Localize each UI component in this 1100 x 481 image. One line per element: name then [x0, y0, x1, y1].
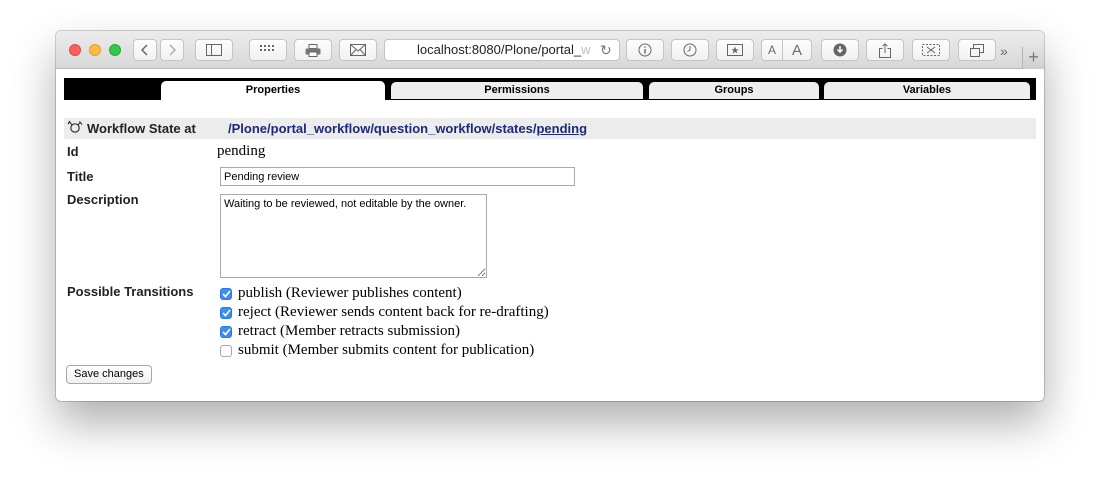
- save-changes-button[interactable]: Save changes: [66, 365, 152, 384]
- title-input[interactable]: [220, 167, 575, 186]
- tabs-overview-button[interactable]: [958, 39, 996, 61]
- tab-permissions[interactable]: Permissions: [391, 82, 643, 99]
- browser-window: localhost:8080/Plone/portal_w ↻ A A » + …: [56, 31, 1044, 401]
- checkmark-icon: [221, 327, 231, 336]
- address-text-fade: w: [581, 42, 591, 57]
- transition-checkbox-publish[interactable]: [220, 287, 232, 300]
- envelope-icon: [350, 44, 366, 56]
- download-icon: [833, 43, 847, 57]
- reload-icon[interactable]: ↻: [600, 43, 612, 57]
- tabs-icon: [970, 43, 984, 57]
- history-button[interactable]: [671, 39, 709, 61]
- info-button[interactable]: [626, 39, 664, 61]
- transition-checkbox-submit[interactable]: [220, 344, 232, 357]
- mail-button[interactable]: [339, 39, 377, 61]
- text-smaller-button[interactable]: A: [761, 39, 783, 61]
- scissors-icon: [922, 44, 940, 56]
- management-tabs: Properties Permissions Groups Variables: [64, 78, 1036, 100]
- transition-label: reject (Reviewer sends content back for …: [238, 304, 549, 320]
- workflow-state-icon: [67, 120, 83, 133]
- breadcrumb-current-link[interactable]: pending: [536, 121, 587, 136]
- forward-button[interactable]: [160, 39, 184, 61]
- transition-row: publish (Reviewer publishes content): [220, 284, 640, 303]
- browser-toolbar: localhost:8080/Plone/portal_w ↻ A A » +: [56, 31, 1044, 69]
- transition-checkbox-reject[interactable]: [220, 306, 232, 319]
- checkmark-icon: [221, 308, 231, 317]
- sidebar-icon: [206, 44, 222, 56]
- clock-icon: [683, 43, 697, 57]
- address-text: localhost:8080/Plone/portal_: [417, 42, 582, 57]
- header-label: Workflow State at: [87, 121, 196, 136]
- transitions-list: publish (Reviewer publishes content) rej…: [220, 284, 640, 360]
- description-textarea[interactable]: Waiting to be reviewed, not editable by …: [220, 194, 487, 278]
- chevron-right-icon: [169, 44, 176, 56]
- transition-row: retract (Member retracts submission): [220, 322, 640, 341]
- close-window-button[interactable]: [69, 44, 81, 56]
- title-label: Title: [67, 169, 94, 184]
- address-bar[interactable]: localhost:8080/Plone/portal_w: [384, 39, 620, 61]
- transition-row: reject (Reviewer sends content back for …: [220, 303, 640, 322]
- breadcrumb-link[interactable]: /Plone: [228, 121, 267, 136]
- star-icon: [727, 44, 743, 56]
- text-larger-button[interactable]: A: [782, 39, 812, 61]
- breadcrumb-link[interactable]: /portal_workflow: [267, 121, 370, 136]
- clip-button[interactable]: [912, 39, 950, 61]
- checkmark-icon: [221, 289, 231, 298]
- zoom-window-button[interactable]: [109, 44, 121, 56]
- description-label: Description: [67, 192, 139, 207]
- back-button[interactable]: [133, 39, 157, 61]
- sidebar-button[interactable]: [195, 39, 233, 61]
- share-button[interactable]: [866, 39, 904, 61]
- tab-properties[interactable]: Properties: [161, 81, 385, 100]
- printer-icon: [305, 43, 321, 57]
- tab-groups[interactable]: Groups: [649, 82, 819, 99]
- breadcrumb-link[interactable]: /states: [492, 121, 533, 136]
- info-icon: [638, 43, 652, 57]
- bookmark-button[interactable]: [716, 39, 754, 61]
- transition-label: submit (Member submits content for publi…: [238, 342, 535, 358]
- chevron-left-icon: [141, 44, 148, 56]
- transition-label: publish (Reviewer publishes content): [238, 285, 462, 301]
- transition-label: retract (Member retracts submission): [238, 323, 461, 339]
- share-icon: [879, 42, 891, 58]
- transition-row: submit (Member submits content for publi…: [220, 341, 640, 360]
- new-tab-button[interactable]: +: [1022, 47, 1044, 69]
- id-label: Id: [67, 144, 79, 159]
- transition-checkbox-retract[interactable]: [220, 325, 232, 338]
- breadcrumb: /Plone/portal_workflow/question_workflow…: [228, 121, 588, 136]
- transitions-label: Possible Transitions: [67, 284, 194, 299]
- id-value: pending: [217, 143, 266, 159]
- minimize-window-button[interactable]: [89, 44, 101, 56]
- downloads-button[interactable]: [821, 39, 859, 61]
- breadcrumb-link[interactable]: /question_workflow: [370, 121, 491, 136]
- top-sites-button[interactable]: [249, 39, 287, 61]
- tab-variables[interactable]: Variables: [824, 82, 1030, 99]
- overflow-icon[interactable]: »: [1000, 43, 1008, 59]
- print-button[interactable]: [294, 39, 332, 61]
- section-header: Workflow State at /Plone/portal_workflow…: [64, 118, 1036, 139]
- grid-icon: [260, 45, 274, 51]
